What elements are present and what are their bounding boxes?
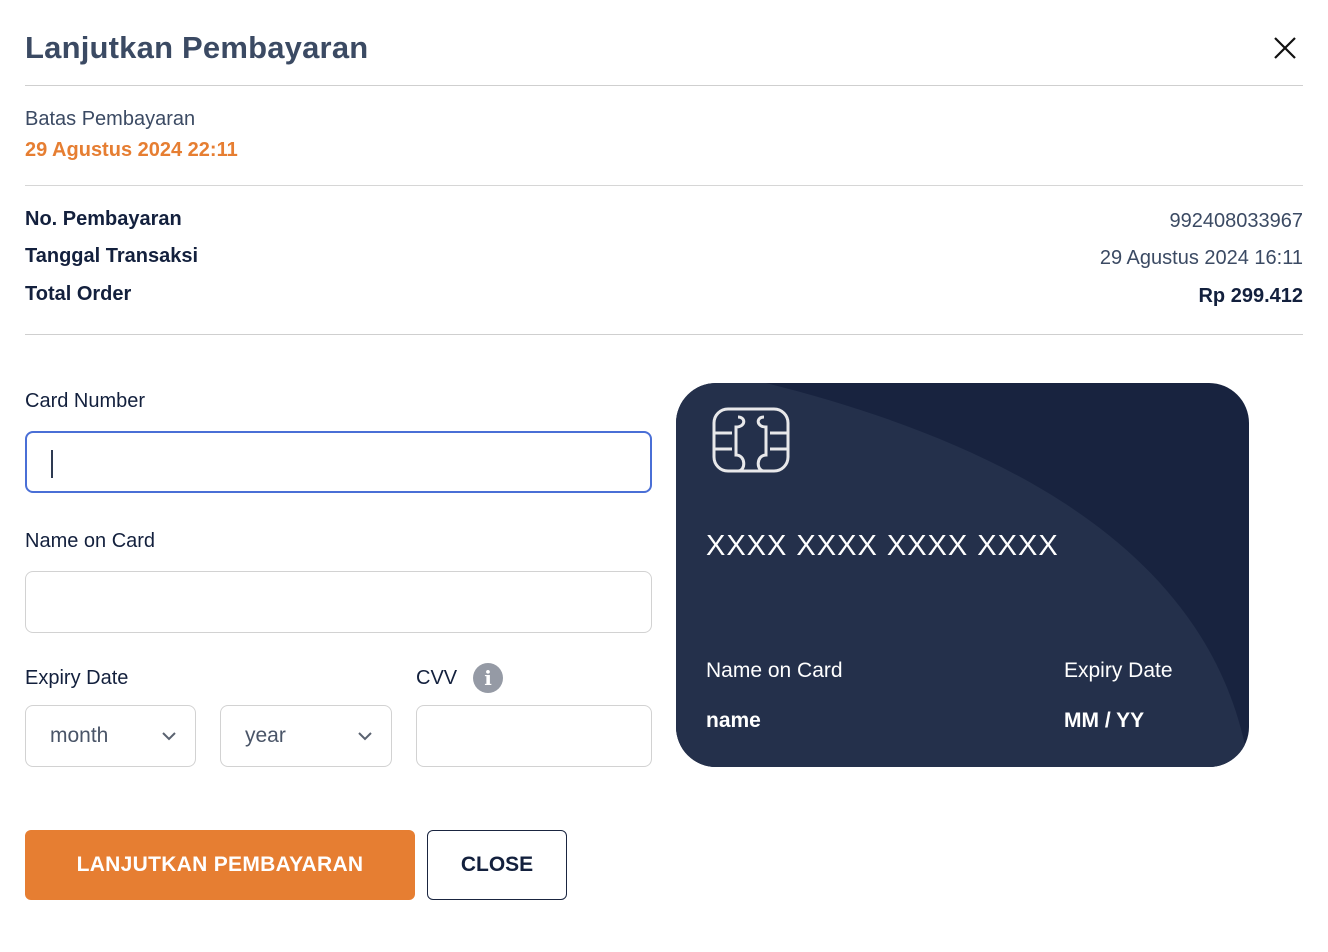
- name-on-card-input[interactable]: [25, 571, 652, 633]
- card-expiry-label: Expiry Date: [1064, 659, 1173, 682]
- payment-deadline-section: Batas Pembayaran 29 Agustus 2024 22:11: [25, 86, 1303, 186]
- card-expiry-value: MM / YY: [1064, 709, 1145, 732]
- close-icon[interactable]: [1273, 36, 1297, 60]
- close-button[interactable]: CLOSE: [427, 830, 567, 900]
- detail-label: Total Order: [25, 283, 132, 305]
- card-chip-icon: [712, 407, 790, 473]
- payment-details-section: No. Pembayaran 992408033967 Tanggal Tran…: [25, 186, 1303, 335]
- continue-payment-button[interactable]: LANJUTKAN PEMBAYARAN: [25, 830, 415, 900]
- expiry-date-label: Expiry Date: [25, 667, 129, 689]
- dialog-header: Lanjutkan Pembayaran: [25, 0, 1303, 86]
- detail-row-payment-number: No. Pembayaran 992408033967: [25, 208, 1303, 238]
- card-number-input[interactable]: [25, 431, 652, 493]
- detail-value: Rp 299.412: [1198, 285, 1303, 307]
- name-on-card-label: Name on Card: [25, 530, 156, 552]
- expiry-year-select[interactable]: year: [220, 705, 392, 767]
- dialog-title: Lanjutkan Pembayaran: [25, 30, 369, 65]
- detail-value: 29 Agustus 2024 16:11: [1099, 247, 1303, 269]
- deadline-value: 29 Agustus 2024 22:11: [25, 139, 238, 161]
- detail-row-total-order: Total Order Rp 299.412: [25, 283, 1303, 313]
- card-number-preview: XXXX XXXX XXXX XXXX: [706, 530, 1059, 562]
- text-caret: [51, 450, 53, 478]
- select-value: year: [245, 724, 286, 747]
- detail-row-transaction-date: Tanggal Transaksi 29 Agustus 2024 16:11: [25, 245, 1303, 275]
- card-name-value: name: [706, 709, 761, 732]
- detail-label: Tanggal Transaksi: [25, 245, 199, 267]
- cvv-input[interactable]: [416, 705, 652, 767]
- card-preview: XXXX XXXX XXXX XXXX Name on Card name Ex…: [676, 383, 1249, 767]
- card-number-label: Card Number: [25, 390, 146, 412]
- detail-label: No. Pembayaran: [25, 208, 182, 230]
- deadline-label: Batas Pembayaran: [25, 108, 196, 130]
- card-name-label: Name on Card: [706, 659, 843, 682]
- detail-value: 992408033967: [1169, 210, 1303, 232]
- chevron-down-icon: [358, 732, 372, 741]
- info-icon[interactable]: i: [473, 663, 503, 693]
- expiry-month-select[interactable]: month: [25, 705, 196, 767]
- chevron-down-icon: [162, 732, 176, 741]
- select-value: month: [50, 724, 109, 747]
- cvv-label: CVV: [416, 667, 458, 689]
